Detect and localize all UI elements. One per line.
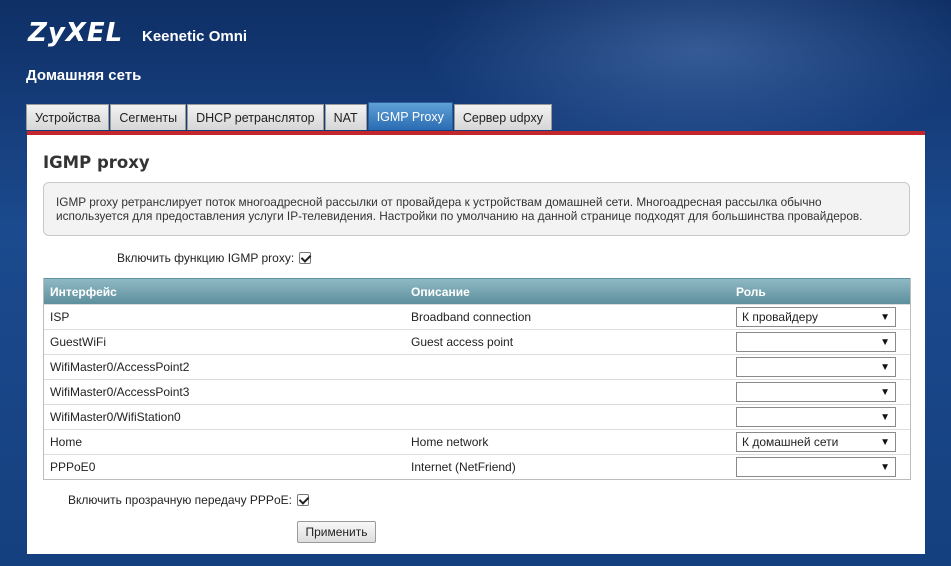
row-interface: PPPoE0 <box>50 460 96 474</box>
row-description: Guest access point <box>411 335 514 349</box>
table-row: GuestWiFi Guest access point ▼ <box>44 329 910 354</box>
row-interface: WifiMaster0/AccessPoint2 <box>50 360 190 374</box>
tab-nat[interactable]: NAT <box>324 104 367 130</box>
tab-dhcp-relay[interactable]: DHCP ретранслятор <box>187 104 324 130</box>
row-description: Broadband connection <box>411 310 532 324</box>
interfaces-table: Интерфейс Описание Роль ISP Broadband co… <box>43 278 911 480</box>
row-interface: WifiMaster0/AccessPoint3 <box>50 385 190 399</box>
chevron-down-icon: ▼ <box>880 411 890 423</box>
chevron-down-icon: ▼ <box>880 311 890 323</box>
table-row: WifiMaster0/AccessPoint3 ▼ <box>44 379 910 404</box>
zyxel-logo: ZyXEL <box>28 18 124 48</box>
tab-devices[interactable]: Устройства <box>26 104 110 130</box>
apply-button[interactable]: Применить <box>297 521 376 543</box>
table-row: PPPoE0 Internet (NetFriend) ▼ <box>44 454 910 479</box>
igmp-enable-label: Включить функцию IGMP proxy: <box>117 251 295 265</box>
tab-udpxy-server[interactable]: Сервер udpxy <box>453 104 553 130</box>
row-description: Internet (NetFriend) <box>411 460 516 474</box>
role-select[interactable]: ▼ <box>736 357 896 377</box>
igmp-enable-checkbox[interactable] <box>299 252 312 264</box>
pppoe-passthrough-row: Включить прозрачную передачу PPPoE: <box>68 493 309 507</box>
role-select[interactable]: К домашней сети ▼ <box>736 432 896 452</box>
info-text-line2: используется для предоставления услуги I… <box>56 209 863 223</box>
row-interface: WifiMaster0/WifiStation0 <box>50 410 181 424</box>
info-box: IGMP proxy ретранслирует поток многоадре… <box>43 182 910 236</box>
section-title: Домашняя сеть <box>26 67 142 84</box>
info-text-line1: IGMP proxy ретранслирует поток многоадре… <box>56 195 822 209</box>
role-value: К провайдеру <box>742 310 819 324</box>
role-select[interactable]: К провайдеру ▼ <box>736 307 896 327</box>
tab-igmp-proxy[interactable]: IGMP Proxy <box>367 102 453 130</box>
row-description: Home network <box>411 435 489 449</box>
row-interface: ISP <box>50 310 70 324</box>
pppoe-passthrough-checkbox[interactable] <box>296 494 309 506</box>
chevron-down-icon: ▼ <box>880 361 890 373</box>
chevron-down-icon: ▼ <box>880 461 890 473</box>
header-description: Описание <box>411 284 470 299</box>
content-panel: IGMP proxy IGMP proxy ретранслирует пото… <box>27 131 925 554</box>
role-select[interactable]: ▼ <box>736 407 896 427</box>
table-row: WifiMaster0/WifiStation0 ▼ <box>44 404 910 429</box>
tab-bar: Устройства Сегменты DHCP ретранслятор NA… <box>26 102 553 130</box>
header-role: Роль <box>736 284 766 299</box>
table-row: ISP Broadband connection К провайдеру ▼ <box>44 304 910 329</box>
role-value: К домашней сети <box>742 435 839 449</box>
tab-segments[interactable]: Сегменты <box>110 104 187 130</box>
chevron-down-icon: ▼ <box>880 436 890 448</box>
row-interface: Home <box>50 435 83 449</box>
product-name: Keenetic Omni <box>142 28 248 45</box>
igmp-enable-row: Включить функцию IGMP proxy: <box>117 251 312 265</box>
chevron-down-icon: ▼ <box>880 386 890 398</box>
header-interface: Интерфейс <box>50 284 117 299</box>
row-interface: GuestWiFi <box>50 335 107 349</box>
table-row: WifiMaster0/AccessPoint2 ▼ <box>44 354 910 379</box>
table-row: Home Home network К домашней сети ▼ <box>44 429 910 454</box>
role-select[interactable]: ▼ <box>736 457 896 477</box>
page-title: IGMP proxy <box>43 153 150 172</box>
pppoe-passthrough-label: Включить прозрачную передачу PPPoE: <box>68 493 292 507</box>
role-select[interactable]: ▼ <box>736 332 896 352</box>
table-header: Интерфейс Описание Роль <box>44 278 910 304</box>
chevron-down-icon: ▼ <box>880 336 890 348</box>
role-select[interactable]: ▼ <box>736 382 896 402</box>
